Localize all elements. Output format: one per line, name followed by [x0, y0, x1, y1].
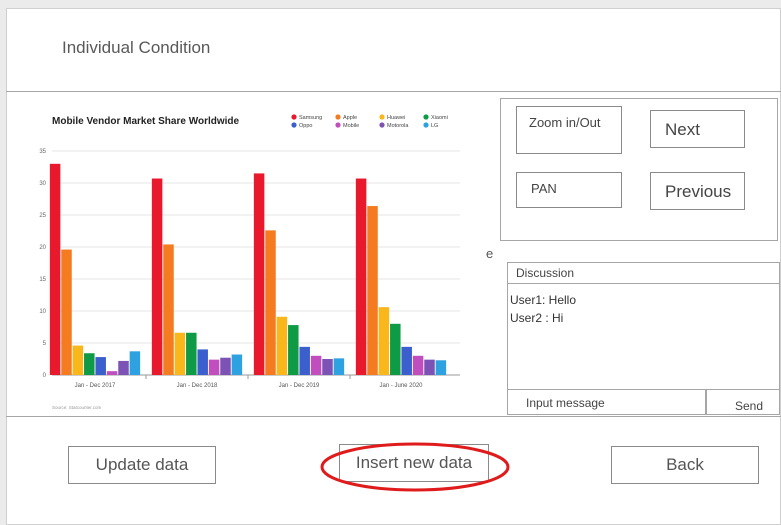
bar — [378, 307, 390, 375]
bar — [84, 353, 95, 375]
legend-label: Xiaomi — [431, 115, 448, 121]
pan-button[interactable]: PAN — [516, 172, 622, 208]
x-tick-label: Jan - Dec 2019 — [279, 383, 320, 389]
bar — [106, 371, 118, 375]
zoom-button[interactable]: Zoom in/Out — [516, 106, 622, 154]
bar — [186, 332, 197, 375]
previous-button-label: Previous — [665, 182, 732, 201]
y-tick-label: 5 — [43, 341, 47, 347]
bar — [61, 249, 72, 375]
chart-title: Mobile Vendor Market Share Worldwide — [52, 116, 240, 127]
chart-source: Source: Statcounter.com — [52, 405, 102, 410]
send-button-label: Send — [735, 399, 764, 413]
bar — [367, 206, 378, 375]
legend-swatch — [423, 114, 429, 120]
x-tick-label: Jan - Dec 2018 — [177, 383, 218, 389]
bar — [49, 163, 61, 375]
legend-swatch — [291, 122, 297, 128]
bar — [276, 316, 288, 375]
x-tick-label: Jan - Dec 2017 — [75, 383, 116, 389]
legend-label: Oppo — [299, 123, 312, 129]
previous-button[interactable]: Previous — [650, 172, 745, 210]
message-input[interactable]: Input message — [507, 389, 706, 415]
stray-text: e — [486, 246, 494, 261]
discussion-title: Discussion — [516, 266, 575, 280]
y-tick-label: 10 — [39, 309, 46, 315]
legend-swatch — [291, 114, 297, 120]
legend-swatch — [335, 122, 341, 128]
legend-swatch — [423, 122, 429, 128]
chat-message: User2 : Hi — [510, 311, 564, 325]
back-button[interactable]: Back — [611, 446, 759, 484]
bar — [253, 173, 265, 375]
bar — [390, 323, 401, 375]
message-input-placeholder: Input message — [526, 396, 605, 410]
y-tick-label: 0 — [43, 373, 47, 379]
bar — [231, 354, 243, 375]
y-tick-label: 30 — [39, 181, 46, 187]
legend-label: Motorola — [387, 123, 409, 129]
bar — [174, 332, 186, 375]
chat-message: User1: Hello — [510, 293, 577, 307]
update-data-label: Update data — [95, 455, 189, 474]
legend-label: Apple — [343, 115, 357, 121]
bar — [299, 346, 310, 375]
y-tick-label: 25 — [39, 213, 46, 219]
y-tick-label: 15 — [39, 277, 46, 283]
bar — [412, 355, 424, 375]
bar — [95, 357, 106, 375]
x-tick-label: Jan - June 2020 — [379, 383, 423, 389]
bar — [288, 325, 299, 375]
next-button[interactable]: Next — [650, 110, 745, 148]
send-button[interactable]: Send — [706, 389, 780, 415]
highlight-ellipse — [320, 442, 510, 492]
back-button-label: Back — [666, 455, 704, 474]
bar — [401, 346, 412, 375]
bar — [129, 351, 141, 375]
bar — [163, 244, 174, 375]
legend-swatch — [335, 114, 341, 120]
legend-label: Huawei — [387, 115, 405, 121]
y-tick-label: 35 — [39, 149, 46, 155]
bar — [208, 359, 220, 375]
y-tick-label: 20 — [39, 245, 46, 251]
bar — [355, 178, 367, 375]
bar — [220, 357, 231, 375]
pan-button-label: PAN — [531, 181, 557, 196]
bar — [435, 360, 447, 375]
legend-label: Samsung — [299, 115, 322, 121]
bar — [310, 355, 322, 375]
zoom-button-label: Zoom in/Out — [529, 115, 601, 130]
page-title: Individual Condition — [62, 38, 211, 57]
bar — [118, 360, 129, 375]
bar — [151, 178, 163, 375]
legend-swatch — [379, 114, 385, 120]
bar — [197, 349, 208, 375]
update-data-button[interactable]: Update data — [68, 446, 216, 484]
bar — [72, 345, 84, 375]
bar — [322, 359, 333, 375]
market-share-chart: Mobile Vendor Market Share Worldwide 0 5 10… — [39, 114, 460, 410]
legend-label: LG — [431, 123, 438, 129]
legend-label: Mobile — [343, 123, 359, 129]
bar — [333, 358, 345, 375]
bar — [265, 230, 276, 375]
next-button-label: Next — [665, 120, 700, 139]
bar — [424, 359, 435, 375]
legend-swatch — [379, 122, 385, 128]
